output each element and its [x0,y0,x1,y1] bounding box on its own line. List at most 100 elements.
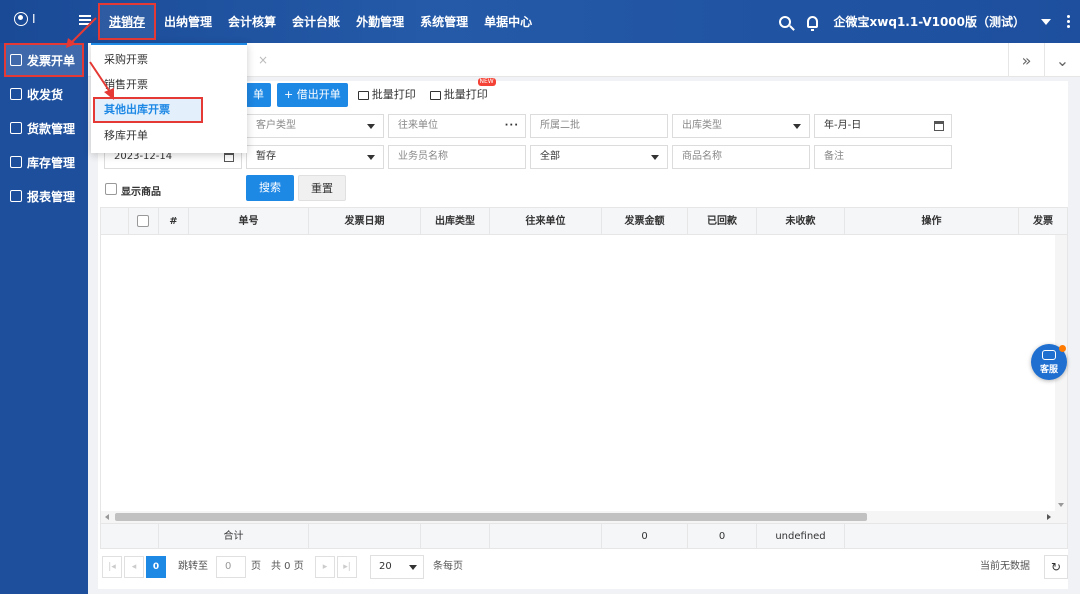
report-icon [10,190,22,202]
select-all-checkbox[interactable] [137,215,149,227]
chevron-down-icon [409,565,417,570]
salesperson-placeholder: 业务员名称 [398,151,448,162]
user-menu[interactable]: I [14,12,36,26]
footer-cell [421,524,490,549]
menu-item-other-outbound-invoice[interactable]: 其他出库开票 [93,97,203,123]
footer-invoice-amount: 0 [602,524,688,549]
footer-cell [490,524,602,549]
sidebar-item-stock[interactable]: 库存管理 [0,145,88,179]
column-received[interactable]: 已回款 [688,208,757,235]
printer-icon [429,90,441,100]
column-index: # [159,208,189,235]
scroll-right-icon[interactable] [1047,514,1051,520]
customer-service-label: 客服 [1039,365,1058,375]
prev-page-button[interactable]: ◂ [124,556,144,578]
batch-print-button[interactable]: 批量打印 [354,83,420,107]
column-outbound-type[interactable]: 出库类型 [421,208,490,235]
column-partner[interactable]: 往来单位 [490,208,602,235]
content-area: 单 + 借出开单 批量打印 批量打印 NEW 客户类型 往来单位 ··· 所属二… [98,78,1068,589]
status-value: 暂存 [256,151,276,162]
truck-icon [10,88,22,100]
chevron-down-icon[interactable]: ⌄ [1044,43,1080,77]
scroll-left-icon[interactable] [105,514,109,520]
lend-out-button[interactable]: + 借出开单 [277,83,348,107]
column-order-no[interactable]: 单号 [189,208,309,235]
sidebar-item-reports[interactable]: 报表管理 [0,179,88,213]
menu-item-transfer[interactable]: 移库开单 [91,123,247,149]
menu-toggle-icon[interactable] [79,15,91,25]
user-icon [14,12,28,26]
outbound-type-select[interactable]: 出库类型 [672,114,810,138]
footer-received: 0 [688,524,757,549]
reset-button[interactable]: 重置 [298,175,346,201]
main-nav: 进销存 出纳管理 会计核算 会计台账 外勤管理 系统管理 单据中心 [97,0,540,43]
footer-cell [309,524,421,549]
nav-item-inventory[interactable]: 进销存 [97,3,157,40]
menu-item-purchase-invoice[interactable]: 采购开票 [91,47,247,73]
horizontal-scrollbar[interactable] [101,511,1067,523]
more-icon[interactable] [1067,15,1070,28]
partner-input[interactable]: 往来单位 ··· [388,114,526,138]
current-page[interactable]: 0 [146,556,166,578]
footer-unreceived: undefined [757,524,845,549]
refresh-icon[interactable]: ↻ [1044,555,1068,579]
nav-item-cashier[interactable]: 出纳管理 [156,13,220,30]
table-header: # 单号 发票日期 出库类型 往来单位 发票金额 已回款 未收款 操作 发票 [101,208,1067,235]
nav-item-accounting[interactable]: 会计核算 [220,13,284,30]
inventory-dropdown: 采购开票 销售开票 其他出库开票 移库开单 [91,43,247,153]
calendar-icon[interactable] [934,121,944,131]
page-size-select[interactable]: 20 [370,555,424,579]
nav-item-documents[interactable]: 单据中心 [476,13,540,30]
sidebar-item-label: 收发货 [27,87,64,102]
status-select[interactable]: 暂存 [246,145,384,169]
all-select[interactable]: 全部 [530,145,668,169]
chat-icon [1042,350,1056,360]
sidebar-item-shipping[interactable]: 收发货 [0,77,88,111]
last-page-button[interactable]: ▸| [337,556,357,578]
scroll-down-icon[interactable] [1058,503,1064,507]
new-button[interactable]: 单 [246,83,271,107]
product-name-input[interactable]: 商品名称 [672,145,810,169]
chevron-down-icon[interactable] [1041,18,1051,25]
remark-input[interactable]: 备注 [814,145,952,169]
calendar-icon[interactable] [224,152,234,162]
batch-print-new-button[interactable]: 批量打印 NEW [426,78,496,107]
bell-icon[interactable] [806,15,818,31]
sidebar-item-invoice[interactable]: 发票开单 [4,43,84,77]
user-name: I [32,12,36,26]
first-page-button[interactable]: |◂ [102,556,122,578]
date-end-input[interactable]: 年-月-日 [814,114,952,138]
sidebar-item-payment[interactable]: 货款管理 [0,111,88,145]
customer-type-select[interactable]: 客户类型 [246,114,384,138]
jump-page-input[interactable]: 0 [216,556,246,578]
account-name[interactable]: 企微宝xwq1.1-V1000版（测试） [834,13,1025,30]
table-footer: 合计 0 0 undefined [101,523,1067,549]
show-products-checkbox[interactable] [105,183,117,195]
search-icon[interactable] [778,15,791,28]
salesperson-input[interactable]: 业务员名称 [388,145,526,169]
column-invoice-amount[interactable]: 发票金额 [602,208,688,235]
column-unreceived[interactable]: 未收款 [757,208,845,235]
menu-item-sales-invoice[interactable]: 销售开票 [91,72,247,98]
nav-item-field[interactable]: 外勤管理 [348,13,412,30]
next-page-button[interactable]: ▸ [315,556,335,578]
customer-service-button[interactable]: 客服 [1031,344,1067,380]
chevron-down-icon [793,124,801,129]
nav-item-system[interactable]: 系统管理 [412,13,476,30]
pagination: |◂ ◂ 0 跳转至 0 页 共 0 页 ▸ ▸| 20 条每页 当前无数据 ↻ [100,551,1068,585]
remark-placeholder: 备注 [824,151,844,162]
search-button[interactable]: 搜索 [246,175,294,201]
sidebar-item-label: 报表管理 [27,189,76,204]
scroll-thumb[interactable] [115,513,867,521]
tab-close-icon[interactable]: × [248,43,278,77]
more-icon[interactable]: ··· [505,115,519,137]
column-invoice[interactable]: 发票 [1019,208,1067,235]
total-pages-label: 共 0 页 [271,561,304,572]
notification-dot [1059,345,1066,352]
nav-item-ledger[interactable]: 会计台账 [284,13,348,30]
printer-icon [357,90,369,100]
column-invoice-date[interactable]: 发票日期 [309,208,421,235]
batch-input[interactable]: 所属二批 [530,114,668,138]
all-value: 全部 [540,151,560,162]
double-chevron-right-icon[interactable]: » [1008,43,1044,77]
